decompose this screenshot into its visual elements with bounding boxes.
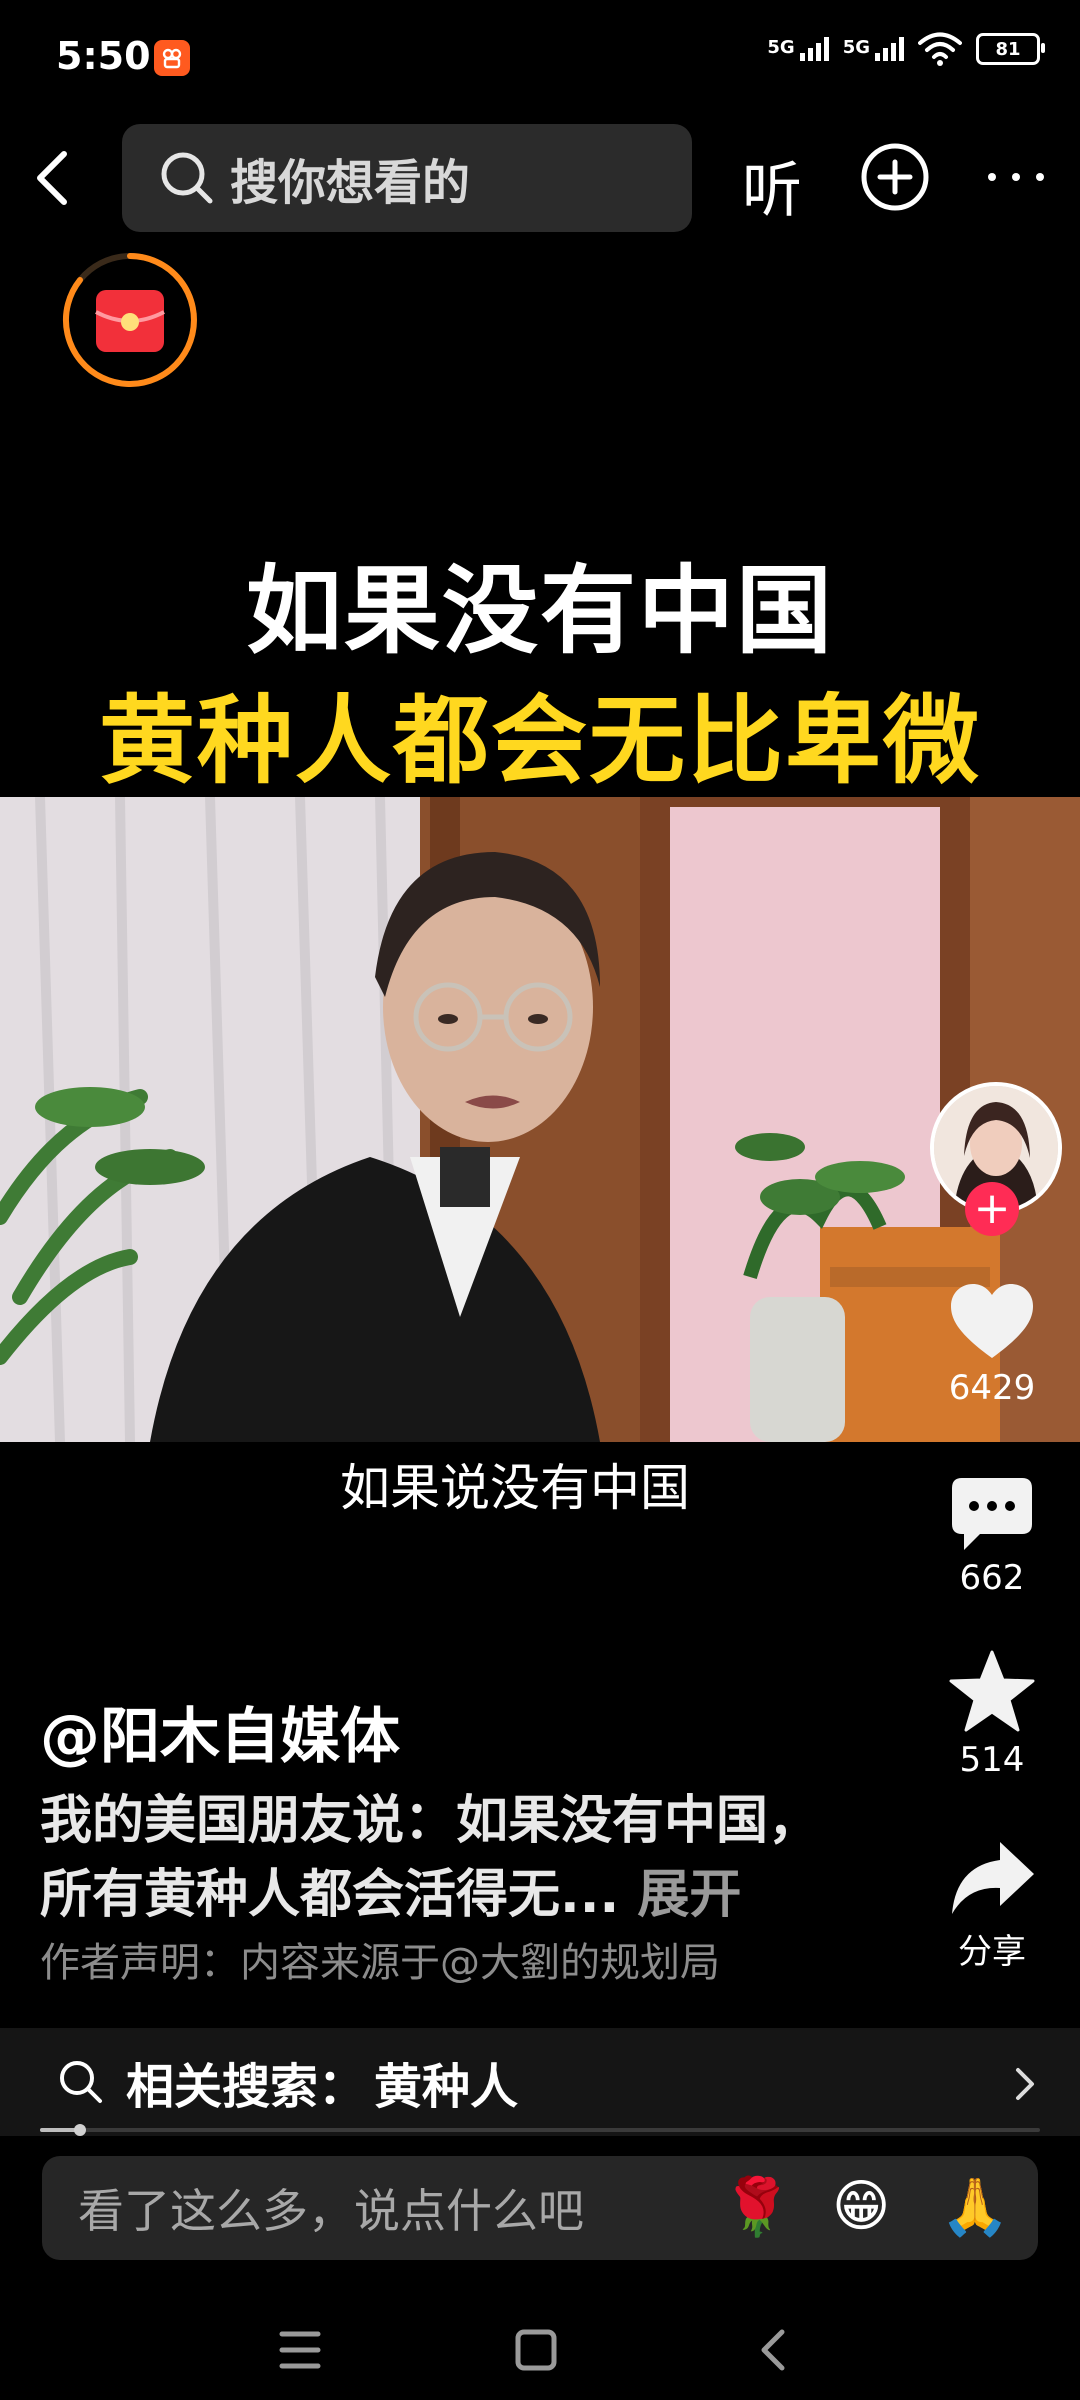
red-packet-icon[interactable] (60, 250, 200, 390)
back-icon[interactable] (28, 148, 78, 208)
author-declaration: 作者声明：内容来源于@大劉的规划局 (40, 1940, 720, 1986)
listen-button[interactable]: 听 (742, 142, 802, 229)
like-button[interactable]: 6429 (928, 1282, 1056, 1408)
search-placeholder: 搜你想看的 (230, 155, 471, 211)
video-frame (0, 797, 1080, 1442)
favorite-button[interactable]: 514 (928, 1650, 1056, 1780)
wifi-icon (918, 32, 962, 66)
signal-label: 5G (842, 37, 870, 58)
comment-input[interactable]: 看了这么多，说点什么吧 🌹 😁 🙏 (42, 2156, 1038, 2260)
progress-handle[interactable] (74, 2124, 86, 2136)
pray-emoji-button[interactable]: 🙏 (940, 2174, 1010, 2240)
comment-count: 662 (959, 1558, 1025, 1598)
follow-button[interactable]: + (965, 1182, 1019, 1236)
playback-progress[interactable] (40, 2124, 1040, 2136)
home-icon[interactable] (515, 2329, 557, 2371)
share-label: 分享 (958, 1932, 1026, 1972)
comment-icon (952, 1478, 1032, 1550)
related-search-bar[interactable]: 相关搜索： 黄种人 (0, 2028, 1080, 2136)
description-line1: 我的美国朋友说：如果没有中国， (40, 1791, 821, 1851)
search-icon (60, 2061, 102, 2103)
chevron-right-icon (1016, 2068, 1034, 2100)
video-subtitle: 如果说没有中国 (340, 1459, 690, 1517)
signal-icon: 5G (767, 37, 829, 61)
heart-icon (951, 1284, 1033, 1358)
description-line2: 所有黄种人都会活得无... (40, 1865, 620, 1925)
battery-level: 81 (995, 38, 1021, 60)
comment-button[interactable]: 662 (928, 1476, 1056, 1598)
status-indicators: 5G 5G 81 (767, 32, 1045, 66)
video-headline-line2: 黄种人都会无比卑微 (99, 685, 981, 797)
author-name[interactable]: @阳木自媒体 (40, 1688, 400, 1775)
video-description[interactable]: 我的美国朋友说：如果没有中国， 所有黄种人都会活得无... 展开 (40, 1784, 870, 1932)
comment-placeholder: 看了这么多，说点什么吧 (78, 2184, 584, 2238)
battery-icon: 81 (976, 33, 1045, 65)
recent-apps-icon[interactable] (279, 2331, 321, 2369)
favorite-count: 514 (959, 1740, 1025, 1780)
system-nav-bar (279, 2329, 785, 2371)
video-player[interactable] (0, 797, 1080, 1442)
kuaishou-icon (154, 40, 190, 76)
like-count: 6429 (948, 1368, 1036, 1408)
signal-label: 5G (767, 37, 795, 58)
more-icon[interactable] (984, 160, 1048, 194)
star-icon (949, 1650, 1035, 1732)
status-time: 5:50 (56, 34, 151, 78)
plus-circle-icon[interactable] (860, 142, 930, 212)
share-icon (952, 1842, 1034, 1914)
expand-link[interactable]: 展开 (637, 1865, 741, 1925)
share-button[interactable]: 分享 (928, 1838, 1056, 1973)
related-search-term: 黄种人 (374, 2059, 519, 2115)
related-search-label: 相关搜索： (126, 2059, 367, 2115)
grin-emoji-button[interactable]: 😁 (832, 2174, 890, 2239)
back-nav-icon[interactable] (761, 2329, 785, 2371)
video-headline-line1: 如果没有中国 (246, 555, 834, 667)
search-bar[interactable]: 搜你想看的 (122, 124, 692, 232)
signal-icon: 5G (843, 37, 904, 61)
rose-emoji-button[interactable]: 🌹 (722, 2174, 792, 2240)
search-icon (161, 152, 213, 204)
